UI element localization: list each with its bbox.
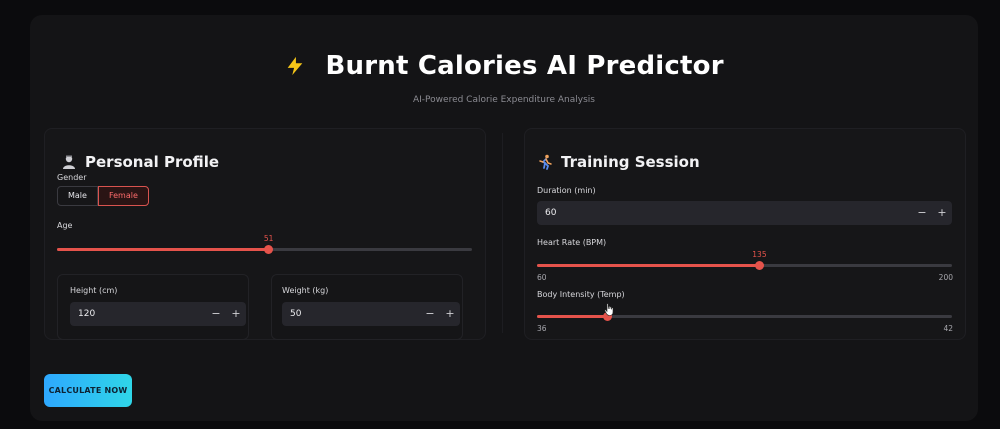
height-increment-button[interactable]: + [226, 302, 246, 326]
height-label: Height (cm) [70, 286, 118, 295]
body-intensity-slider[interactable] [537, 309, 952, 323]
runner-icon [537, 154, 553, 170]
body-intensity-min: 36 [537, 324, 547, 333]
weight-label: Weight (kg) [282, 286, 329, 295]
height-value: 120 [78, 309, 96, 319]
height-decrement-button[interactable]: − [206, 302, 226, 326]
body-intensity-slider-fill [537, 315, 608, 318]
page-subtitle: AI-Powered Calorie Expenditure Analysis [413, 95, 595, 105]
age-value: 51 [263, 234, 274, 243]
gender-label: Gender [57, 173, 87, 182]
gender-selector: Male Female [57, 186, 149, 206]
personal-profile-panel: Personal Profile Gender Male Female Age … [44, 128, 486, 340]
heart-rate-max: 200 [938, 273, 953, 282]
lightning-icon [284, 51, 315, 81]
training-session-panel: Training Session Duration (min) 60 − + H… [524, 128, 966, 340]
weight-decrement-button[interactable]: − [420, 302, 440, 326]
weight-card: Weight (kg) 50 − + [271, 274, 463, 340]
app-window: Burnt Calories AI Predictor AI-Powered C… [30, 15, 978, 421]
personal-profile-heading: Personal Profile [61, 153, 219, 171]
page-title-text: Burnt Calories AI Predictor [325, 51, 724, 81]
page-title: Burnt Calories AI Predictor [30, 51, 978, 81]
weight-increment-button[interactable]: + [440, 302, 460, 326]
gender-option-male[interactable]: Male [57, 186, 98, 206]
height-card: Height (cm) 120 − + [57, 274, 249, 340]
age-slider[interactable]: 51 [57, 234, 472, 256]
duration-input[interactable]: 60 − + [537, 201, 952, 225]
height-input[interactable]: 120 − + [70, 302, 246, 326]
body-intensity-max: 42 [943, 324, 953, 333]
age-slider-fill [57, 248, 269, 251]
duration-decrement-button[interactable]: − [912, 201, 932, 225]
heart-rate-slider-fill [537, 264, 760, 267]
heart-rate-slider-thumb[interactable] [754, 261, 764, 270]
body-intensity-label: Body Intensity (Temp) [537, 290, 625, 299]
age-slider-thumb[interactable] [264, 245, 274, 254]
heart-rate-slider[interactable]: 135 [537, 250, 952, 272]
gender-option-female[interactable]: Female [97, 186, 149, 206]
heart-rate-label: Heart Rate (BPM) [537, 238, 607, 247]
training-session-heading: Training Session [537, 153, 700, 171]
duration-label: Duration (min) [537, 186, 596, 195]
age-label: Age [57, 221, 73, 230]
calculate-now-button[interactable]: CALCULATE NOW [44, 374, 132, 407]
duration-increment-button[interactable]: + [932, 201, 952, 225]
hand-cursor-icon [604, 301, 615, 320]
heart-rate-value: 135 [752, 250, 767, 259]
weight-input[interactable]: 50 − + [282, 302, 460, 326]
duration-value: 60 [545, 208, 557, 218]
weight-value: 50 [290, 309, 302, 319]
heart-rate-min: 60 [537, 273, 547, 282]
bust-icon [61, 154, 77, 170]
column-divider [502, 133, 503, 333]
